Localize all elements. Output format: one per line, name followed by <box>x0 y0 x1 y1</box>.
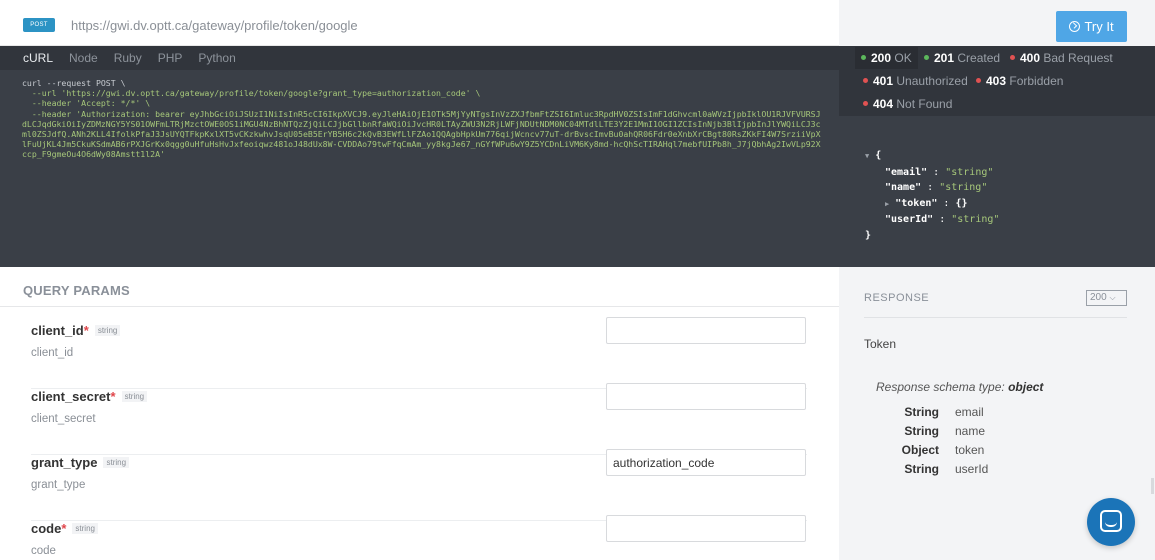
status-dot <box>976 78 981 83</box>
schema-field: String email <box>904 405 984 419</box>
divider <box>0 306 839 307</box>
client-id-input[interactable] <box>606 317 806 344</box>
client-secret-input[interactable] <box>606 383 806 410</box>
request-url-bar: POST https://gwi.dv.optt.ca/gateway/prof… <box>0 0 839 46</box>
status-dot <box>863 78 868 83</box>
schema-type: Response schema type: object <box>876 380 1044 394</box>
param-row-grant-type: grant_type string grant_type <box>31 449 807 521</box>
param-name: code* string <box>31 521 98 536</box>
param-description: client_id <box>31 347 74 359</box>
scrollbar-thumb[interactable] <box>1151 478 1154 494</box>
chat-icon <box>1100 510 1122 532</box>
schema-field: Object token <box>901 443 985 457</box>
divider <box>864 317 1127 318</box>
check-circle-icon <box>1069 21 1081 32</box>
param-type-badge: string <box>103 457 130 468</box>
status-403-tab[interactable]: 403 Forbidden <box>976 74 1063 88</box>
param-description: grant_type <box>31 479 86 491</box>
status-404-tab[interactable]: 404 Not Found <box>863 97 952 111</box>
json-example: ▼ { "email" : "string" "name" : "string"… <box>865 150 1000 241</box>
param-name: client_secret* string <box>31 389 148 404</box>
code-input[interactable] <box>606 515 806 542</box>
status-dot <box>861 55 866 60</box>
curl-code: curl --request POST \ --url 'https://gwi… <box>22 78 822 160</box>
response-label: RESPONSE <box>864 292 930 304</box>
language-tabs: cURL Node Ruby PHP Python <box>0 46 839 70</box>
try-it-label: Try It <box>1084 19 1114 34</box>
code-sample-panel: cURL Node Ruby PHP Python curl --request… <box>0 46 839 267</box>
query-params-section: QUERY PARAMS client_id* string client_id … <box>0 267 839 560</box>
code-line: --header 'Accept: */*' \ <box>22 98 151 109</box>
required-marker: * <box>110 389 116 404</box>
chat-launcher-button[interactable] <box>1087 498 1135 546</box>
tab-node[interactable]: Node <box>69 46 98 70</box>
method-badge: POST <box>23 18 55 32</box>
request-url: https://gwi.dv.optt.ca/gateway/profile/t… <box>71 18 358 33</box>
tab-php[interactable]: PHP <box>158 46 183 70</box>
param-row-client-secret: client_secret* string client_secret <box>31 383 807 455</box>
response-description: Token <box>864 337 897 351</box>
schema-field: String name <box>904 424 986 438</box>
param-row-client-id: client_id* string client_id <box>31 317 807 389</box>
code-line: curl --request POST \ <box>22 78 126 88</box>
tab-curl[interactable]: cURL <box>23 46 53 70</box>
schema-field: String userId <box>904 462 989 476</box>
try-it-button[interactable]: Try It <box>1056 11 1127 42</box>
param-type-badge: string <box>72 523 98 534</box>
status-dot <box>863 101 868 106</box>
code-line: --header 'Authorization: bearer eyJhbGci… <box>22 108 821 160</box>
param-row-code: code* string code <box>31 515 807 560</box>
status-dot <box>1010 55 1015 60</box>
status-200-tab[interactable]: 200 OK <box>855 47 918 69</box>
tab-ruby[interactable]: Ruby <box>114 46 142 70</box>
param-description: client_secret <box>31 413 96 425</box>
query-params-heading: QUERY PARAMS <box>23 283 130 298</box>
required-marker: * <box>83 323 89 338</box>
tab-python[interactable]: Python <box>198 46 235 70</box>
param-name: client_id* string <box>31 323 121 338</box>
required-marker: * <box>61 521 67 536</box>
chevron-down-icon: ⌵ <box>1109 293 1116 302</box>
param-type-badge: string <box>94 325 121 336</box>
api-reference-page: POST https://gwi.dv.optt.ca/gateway/prof… <box>0 0 1155 560</box>
status-400-tab[interactable]: 400 Bad Request <box>1010 51 1113 65</box>
status-dot <box>924 55 929 60</box>
code-line: --url 'https://gwi.dv.optt.ca/gateway/pr… <box>22 88 481 99</box>
param-name: grant_type string <box>31 455 130 470</box>
param-type-badge: string <box>121 391 148 402</box>
response-code-select[interactable]: 200 ⌵ <box>1086 290 1127 306</box>
grant-type-input[interactable] <box>606 449 806 476</box>
status-201-tab[interactable]: 201 Created <box>924 51 1000 65</box>
collapse-triangle-icon[interactable]: ▼ <box>865 152 869 160</box>
status-401-tab[interactable]: 401 Unauthorized <box>863 74 968 88</box>
param-description: code <box>31 545 56 557</box>
expand-triangle-icon[interactable]: ▶ <box>885 200 889 208</box>
